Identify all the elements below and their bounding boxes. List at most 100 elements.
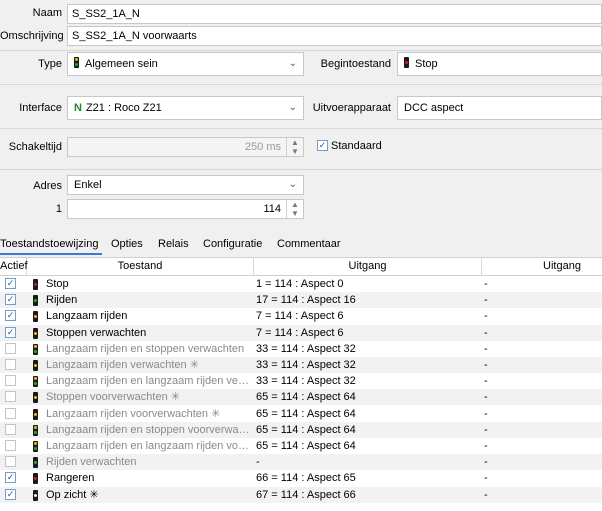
- row-output-2[interactable]: -: [484, 373, 602, 389]
- begintoestand-label: Begintoestand: [320, 58, 391, 70]
- row-output-2[interactable]: -: [484, 389, 602, 405]
- table-row[interactable]: ✓ Op zicht ✳ 67 = 114 : Aspect 66-: [0, 486, 602, 505]
- signal-icon: [33, 489, 44, 505]
- row-output[interactable]: -: [256, 454, 481, 470]
- tab-configuratie[interactable]: Configuratie: [203, 235, 262, 253]
- spin-arrows-icon[interactable]: ▲ ▼: [286, 138, 303, 156]
- row-output-2[interactable]: -: [484, 325, 602, 341]
- chevron-down-icon: ⌄: [288, 58, 297, 69]
- row-output-2[interactable]: -: [484, 406, 602, 422]
- table-row[interactable]: Langzaam rijden verwachten ✳ 33 = 114 : A…: [0, 357, 602, 373]
- omschrijving-input[interactable]: S_SS2_1A_N voorwaarts: [67, 26, 602, 46]
- row-active-checkbox[interactable]: ✓: [5, 472, 16, 484]
- row-state-name: Stop: [46, 278, 69, 290]
- interface-prefix: N: [74, 102, 82, 114]
- row-output-2[interactable]: -: [484, 341, 602, 357]
- table-row[interactable]: Langzaam rijden en stoppen verwachten 33 …: [0, 341, 602, 357]
- adres-label: Adres: [33, 180, 62, 192]
- row-state-name: Langzaam rijden en langzaam rijden verwa…: [46, 375, 251, 388]
- naam-input[interactable]: S_SS2_1A_N: [67, 4, 602, 24]
- row-output-2[interactable]: -: [484, 422, 602, 438]
- row-output[interactable]: 65 = 114 : Aspect 64: [256, 422, 481, 438]
- tab-toestandstoewijzing[interactable]: Toestandstoewijzing: [0, 235, 102, 255]
- row-output[interactable]: 33 = 114 : Aspect 32: [256, 373, 481, 389]
- schakeltijd-label: Schakeltijd: [8, 141, 62, 153]
- table-row[interactable]: Langzaam rijden voorverwachten ✳ 65 = 114…: [0, 406, 602, 422]
- table-row[interactable]: ✓ Stoppen verwachten 7 = 114 : Aspect 6-: [0, 324, 602, 341]
- row-state-name: Langzaam rijden: [46, 310, 128, 323]
- interface-value: Z21 : Roco Z21: [85, 102, 162, 114]
- row-active-checkbox[interactable]: ✓: [5, 294, 16, 306]
- schakeltijd-spinbox[interactable]: 250 ms ▲ ▼: [67, 137, 304, 157]
- standaard-checkbox[interactable]: ✓: [317, 140, 328, 151]
- type-select[interactable]: Algemeen sein ⌄: [67, 52, 304, 76]
- table-row[interactable]: Langzaam rijden en langzaam rijden verwa…: [0, 373, 602, 389]
- row-active-checkbox[interactable]: [5, 456, 16, 468]
- table-row[interactable]: Langzaam rijden en stoppen voorverwachte…: [0, 421, 602, 438]
- uitvoerapparaat-select[interactable]: DCC aspect: [397, 96, 602, 120]
- tab-commentaar[interactable]: Commentaar: [277, 235, 341, 253]
- row-output[interactable]: 66 = 114 : Aspect 65: [256, 470, 481, 486]
- row-active-checkbox[interactable]: [5, 375, 16, 387]
- row-active-checkbox[interactable]: [5, 342, 16, 354]
- spin-arrows-icon[interactable]: ▲ ▼: [286, 200, 303, 218]
- table-row[interactable]: ✓ Rangeren 66 = 114 : Aspect 65-: [0, 470, 602, 486]
- row-output[interactable]: 65 = 114 : Aspect 64: [256, 389, 481, 405]
- table-header: Actief Toestand Uitgang Uitgang: [0, 258, 602, 276]
- table-row[interactable]: ✓ Stop 1 = 114 : Aspect 0-: [0, 276, 602, 292]
- table-row[interactable]: Rijden verwachten - -: [0, 454, 602, 471]
- uitvoerapparaat-label: Uitvoerapparaat: [312, 102, 391, 114]
- table-row[interactable]: ✓ Langzaam rijden 7 = 114 : Aspect 6-: [0, 308, 602, 324]
- row-output[interactable]: 33 = 114 : Aspect 32: [256, 357, 481, 373]
- column-header-toestand[interactable]: Toestand: [27, 258, 254, 275]
- row-active-checkbox[interactable]: [5, 359, 16, 370]
- row-active-checkbox[interactable]: ✓: [5, 310, 16, 322]
- separator: [0, 84, 602, 85]
- column-header-uitgang[interactable]: Uitgang: [254, 258, 482, 275]
- schakeltijd-value: 250 ms: [244, 141, 281, 153]
- row-output-2[interactable]: -: [484, 292, 602, 308]
- row-output-2[interactable]: -: [484, 470, 602, 486]
- row-output[interactable]: 65 = 114 : Aspect 64: [256, 438, 481, 454]
- adres-select[interactable]: Enkel ⌄: [67, 175, 304, 195]
- row-active-checkbox[interactable]: [5, 440, 16, 451]
- row-output[interactable]: 17 = 114 : Aspect 16: [256, 292, 481, 308]
- row-active-checkbox[interactable]: ✓: [5, 326, 16, 338]
- row-output[interactable]: 1 = 114 : Aspect 0: [256, 276, 481, 292]
- state-table: Actief Toestand Uitgang Uitgang ✓ Stop 1 =…: [0, 257, 602, 511]
- row-output-2[interactable]: -: [484, 438, 602, 454]
- signal-icon: [404, 57, 409, 68]
- row-active-checkbox[interactable]: [5, 391, 16, 403]
- table-row[interactable]: Langzaam rijden en langzaam rijden voorv…: [0, 438, 602, 454]
- naam-label: Naam: [32, 7, 62, 19]
- row-active-checkbox[interactable]: [5, 423, 16, 435]
- interface-select[interactable]: N Z21 : Roco Z21 ⌄: [67, 96, 304, 120]
- row-output-2[interactable]: -: [484, 357, 602, 373]
- row-state-name: Langzaam rijden en stoppen verwachten: [46, 342, 245, 355]
- row-state-name: Langzaam rijden verwachten ✳: [46, 359, 199, 371]
- begintoestand-select[interactable]: Stop: [397, 52, 602, 76]
- standaard-label: Standaard: [331, 140, 382, 152]
- tab-opties[interactable]: Opties: [111, 235, 143, 253]
- row-state-name: Langzaam rijden en langzaam rijden voorv…: [46, 440, 251, 452]
- chevron-down-icon: ⌄: [288, 179, 297, 190]
- row-output[interactable]: 7 = 114 : Aspect 6: [256, 308, 481, 324]
- row-output[interactable]: 33 = 114 : Aspect 32: [256, 341, 481, 357]
- row-active-checkbox[interactable]: [5, 407, 16, 419]
- row-active-checkbox[interactable]: ✓: [5, 278, 16, 289]
- adres-number-spinbox[interactable]: 114 ▲ ▼: [67, 199, 304, 219]
- row-output[interactable]: 65 = 114 : Aspect 64: [256, 406, 481, 422]
- column-header-actief[interactable]: Actief: [0, 258, 28, 275]
- row-output-2[interactable]: -: [484, 454, 602, 470]
- row-output[interactable]: 67 = 114 : Aspect 66: [256, 487, 481, 503]
- table-row[interactable]: ✓ Rijden 17 = 114 : Aspect 16-: [0, 292, 602, 309]
- row-output-2[interactable]: -: [484, 276, 602, 292]
- row-output-2[interactable]: -: [484, 308, 602, 324]
- row-output[interactable]: 7 = 114 : Aspect 6: [256, 325, 481, 341]
- row-output-2[interactable]: -: [484, 487, 602, 503]
- column-header-uitgang-2[interactable]: Uitgang: [482, 258, 602, 275]
- separator: [0, 50, 602, 51]
- table-row[interactable]: Stoppen voorverwachten ✳ 65 = 114 : Aspec…: [0, 389, 602, 406]
- row-active-checkbox[interactable]: ✓: [5, 488, 16, 500]
- tab-relais[interactable]: Relais: [158, 235, 189, 253]
